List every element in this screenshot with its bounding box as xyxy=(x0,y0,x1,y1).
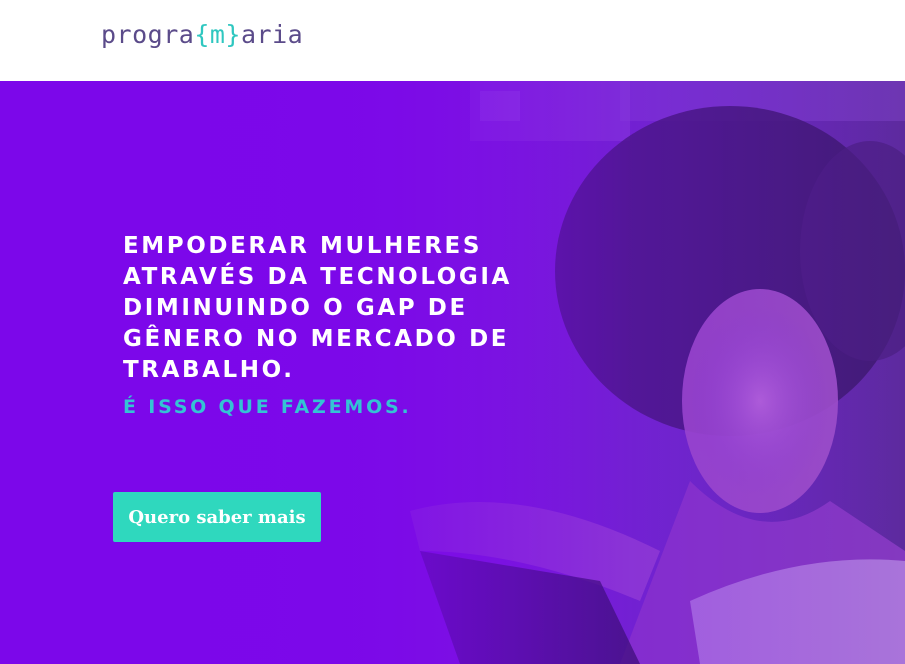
hero-section: EMPODERAR MULHERES ATRAVÉS DA TECNOLOGIA… xyxy=(0,81,905,664)
logo-text-end: aria xyxy=(240,20,304,49)
logo-text-accent: {m} xyxy=(194,20,241,49)
hero-headline: EMPODERAR MULHERES ATRAVÉS DA TECNOLOGIA… xyxy=(123,233,512,383)
hero-subheadline: É ISSO QUE FAZEMOS. xyxy=(123,396,412,418)
site-header: progra{m}aria xyxy=(0,0,905,81)
learn-more-button[interactable]: Quero saber mais xyxy=(113,492,321,542)
logo-text-start: progra xyxy=(101,20,195,49)
programaria-logo[interactable]: progra{m}aria xyxy=(101,18,303,52)
